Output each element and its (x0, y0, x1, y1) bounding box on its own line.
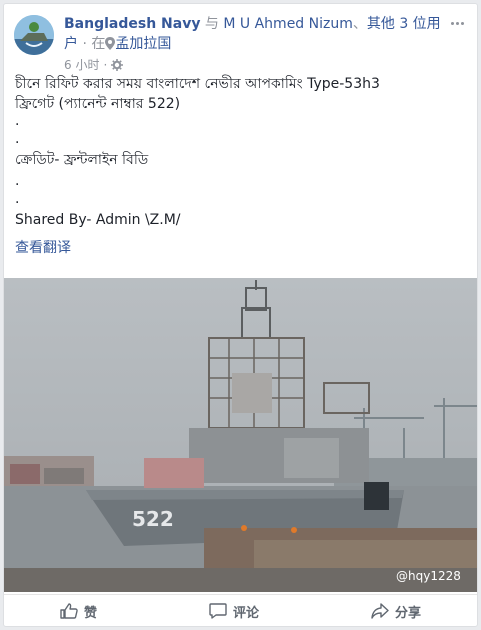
post-card: Bangladesh Navy 与 M U Ahmed Nizum、其他 3 位… (3, 3, 478, 627)
separator: 、 (352, 16, 367, 32)
location-pin-icon (105, 37, 116, 50)
share-arrow-icon (371, 603, 389, 619)
photo-watermark: @hqy1228 (396, 569, 461, 583)
post-line-2: ফ্রিগেট (প্যানেন্ট নাম্বার 522) (15, 96, 181, 112)
comment-button[interactable]: 评论 (197, 598, 271, 625)
like-label: 赞 (83, 605, 97, 621)
page-avatar[interactable] (14, 15, 54, 55)
post-actions: 赞 评论 分享 (4, 594, 477, 626)
post-body: চীনে রিফিট করার সময় বাংলাদেশ নেভীর আপকা… (15, 74, 465, 258)
share-button[interactable]: 分享 (359, 598, 433, 625)
like-button[interactable]: 赞 (48, 598, 109, 625)
location-prefix: · 在 (82, 36, 106, 52)
post-photo[interactable]: 522 @hqy1228 (4, 278, 477, 592)
hull-number: 522 (132, 507, 174, 531)
comment-icon (209, 603, 227, 619)
location-link[interactable]: 孟加拉国 (115, 36, 171, 52)
avatar-image (14, 15, 54, 55)
comment-label: 评论 (232, 605, 259, 621)
post-dot-2: . (15, 131, 20, 147)
meta-dot: · (103, 57, 108, 72)
post-header: Bangladesh Navy 与 M U Ahmed Nizum、其他 3 位… (14, 12, 467, 73)
frigate-photo: 522 @hqy1228 (4, 278, 477, 592)
post-shared-by: Shared By- Admin \Z.M/ (15, 212, 181, 228)
see-translation-link[interactable]: 查看翻译 (15, 238, 71, 258)
more-options-icon[interactable] (447, 16, 467, 30)
audience-gear-icon[interactable] (111, 58, 124, 71)
post-meta: 6 小时 · (64, 56, 124, 73)
thumbs-up-icon (60, 603, 78, 619)
share-label: 分享 (394, 605, 421, 621)
with-prefix: 与 (204, 16, 219, 32)
post-header-text: Bangladesh Navy 与 M U Ahmed Nizum、其他 3 位… (64, 14, 443, 54)
post-dot-3: . (15, 173, 20, 189)
post-dot-4: . (15, 191, 20, 207)
tagged-user-link[interactable]: M U Ahmed Nizum (223, 16, 353, 32)
post-dot-1: . (15, 113, 20, 129)
post-time[interactable]: 6 小时 (64, 56, 99, 73)
page-name-link[interactable]: Bangladesh Navy (64, 16, 200, 32)
post-credit: ক্রেডিট- ফ্রন্টলাইন বিডি (15, 152, 149, 168)
post-line-1: চীনে রিফিট করার সময় বাংলাদেশ নেভীর আপকা… (15, 76, 380, 92)
